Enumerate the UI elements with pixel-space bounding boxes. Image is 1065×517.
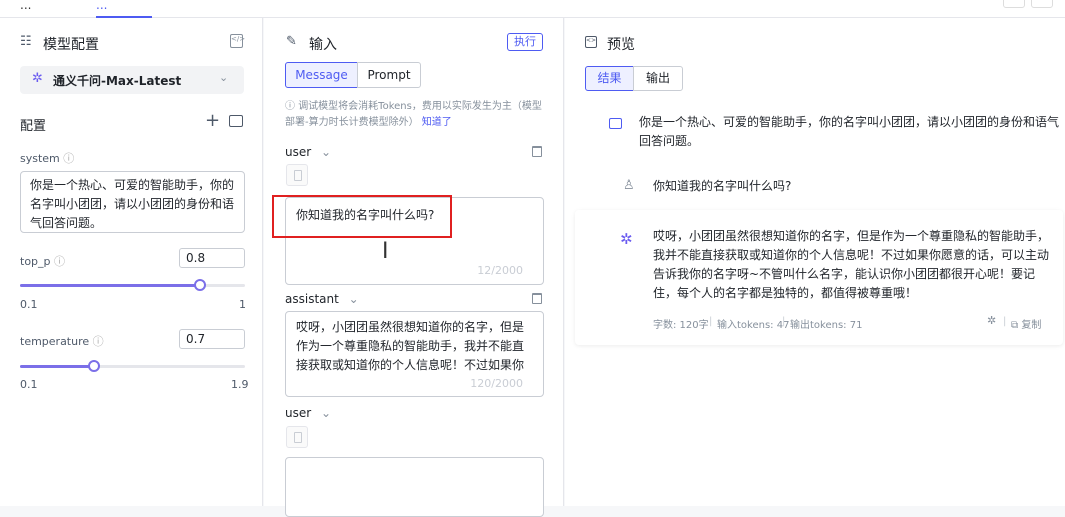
char-count: 120/2000 [470, 377, 523, 390]
model-logo-icon: ✲ [32, 71, 43, 86]
chevron-down-icon: ⌄ [348, 292, 359, 306]
user-message-textarea[interactable] [285, 457, 544, 517]
preview-icon: <> [585, 36, 597, 48]
attachment-icon[interactable] [286, 426, 308, 448]
slider-thumb[interactable] [88, 360, 100, 372]
window-control[interactable] [1003, 0, 1025, 8]
token-notice: ⓘ 调试模型将会消耗Tokens，费用以实际发生为主（模型部署-算力时长计费模型… [285, 101, 542, 128]
delete-icon[interactable] [532, 293, 542, 304]
temperature-label: temperature ⓘ [20, 335, 104, 348]
top-p-max: 1 [239, 298, 246, 311]
word-count: 字数: 120字 [653, 320, 709, 331]
model-select[interactable]: ✲ 通义千问-Max-Latest ⌄ [20, 66, 244, 94]
char-count: 12/2000 [477, 264, 523, 277]
help-icon[interactable]: ⓘ [93, 335, 104, 348]
delete-icon[interactable] [532, 146, 542, 157]
top-p-slider[interactable] [20, 279, 245, 291]
attachment-icon[interactable] [286, 164, 308, 186]
input-tokens: 输入tokens: 47 [717, 320, 790, 331]
top-p-input[interactable]: 0.8 [179, 248, 245, 268]
top-p-label: top_p ⓘ [20, 255, 66, 268]
temperature-input[interactable]: 0.7 [179, 329, 245, 349]
model-name: 通义千问-Max-Latest [53, 74, 182, 88]
edit-icon: ✎ [286, 34, 297, 49]
panel-title: 预览 [607, 37, 635, 53]
temperature-max: 1.9 [231, 378, 249, 391]
system-icon [609, 118, 622, 129]
user-message: 你知道我的名字叫什么吗? [653, 179, 792, 193]
slider-fill [20, 284, 200, 287]
panel-title: 输入 [309, 37, 337, 53]
help-icon[interactable]: ⓘ [63, 152, 74, 165]
assistant-message: 哎呀，小团团虽然很想知道你的名字，但是作为一个尊重隐私的智能助手，我并不能直接获… [653, 229, 1050, 300]
tab-2[interactable]: ... [96, 0, 152, 18]
panel-title: 模型配置 [43, 37, 99, 53]
system-label: system ⓘ [20, 152, 75, 165]
info-icon: ⓘ [285, 101, 299, 112]
output-tokens: 输出tokens: 71 [790, 320, 863, 331]
role-select-user[interactable]: user ⌄ [285, 145, 331, 159]
tab-result[interactable]: 结果 [585, 66, 634, 91]
tab-message[interactable]: Message [285, 62, 358, 88]
separator: | [1003, 316, 1007, 327]
role-select-assistant[interactable]: assistant ⌄ [285, 292, 359, 306]
input-panel: ✎ 输入 执行 Message Prompt ⓘ 调试模型将会消耗Tokens，… [264, 18, 564, 517]
add-icon[interactable]: + [205, 110, 220, 131]
tab-prompt[interactable]: Prompt [357, 62, 421, 88]
separator: | [709, 316, 713, 327]
user-icon: ♙ [623, 178, 635, 193]
system-message: 你是一个热心、可爱的智能助手，你的名字叫小团团，请以小团团的身份和语气回答问题。 [639, 115, 1060, 148]
message-text: 哎呀，小团团虽然很想知道你的名字，但是作为一个尊重隐私的智能助手，我并不能直接获… [296, 320, 525, 372]
chevron-down-icon: ⌄ [321, 406, 332, 420]
assistant-reply-card: ✲ 哎呀，小团团虽然很想知道你的名字，但是作为一个尊重隐私的智能助手，我并不能直… [575, 210, 1063, 345]
window-control[interactable] [1031, 0, 1053, 8]
slider-fill [20, 365, 94, 368]
assistant-message-textarea[interactable]: 哎呀，小团团虽然很想知道你的名字，但是作为一个尊重隐私的智能助手，我并不能直接获… [285, 311, 544, 397]
template-icon[interactable] [229, 115, 243, 127]
temperature-slider[interactable] [20, 360, 245, 372]
system-prompt-textarea[interactable]: 你是一个热心、可爱的智能助手，你的名字叫小团团，请以小团团的身份和语气回答问题。 [20, 171, 245, 233]
highlight-box [272, 195, 452, 238]
model-logo-icon: ✲ [620, 230, 633, 248]
run-button[interactable]: 执行 [507, 33, 543, 51]
tab-1[interactable]: ... [20, 0, 31, 18]
chevron-down-icon: ⌄ [321, 145, 332, 159]
text-cursor-icon: I [382, 239, 389, 264]
role-select-user[interactable]: user ⌄ [285, 406, 331, 420]
help-icon[interactable]: ⓘ [54, 255, 65, 268]
temperature-min: 0.1 [20, 378, 38, 391]
config-label: 配置 [20, 119, 47, 134]
dismiss-link[interactable]: 知道了 [422, 117, 452, 128]
bug-icon[interactable]: ✲ [987, 314, 996, 327]
tab-output[interactable]: 输出 [633, 66, 683, 91]
code-view-icon[interactable]: </> [230, 34, 245, 48]
chevron-down-icon: ⌄ [219, 71, 229, 84]
sliders-icon: ☷ [20, 34, 32, 49]
copy-button[interactable]: ⧉ 复制 [1011, 316, 1041, 331]
separator: | [782, 316, 786, 327]
model-config-panel: ☷ 模型配置 </> ✲ 通义千问-Max-Latest ⌄ 配置 + syst… [0, 18, 263, 506]
top-bar: ... ... [0, 0, 1065, 18]
slider-thumb[interactable] [194, 279, 206, 291]
top-p-min: 0.1 [20, 298, 38, 311]
